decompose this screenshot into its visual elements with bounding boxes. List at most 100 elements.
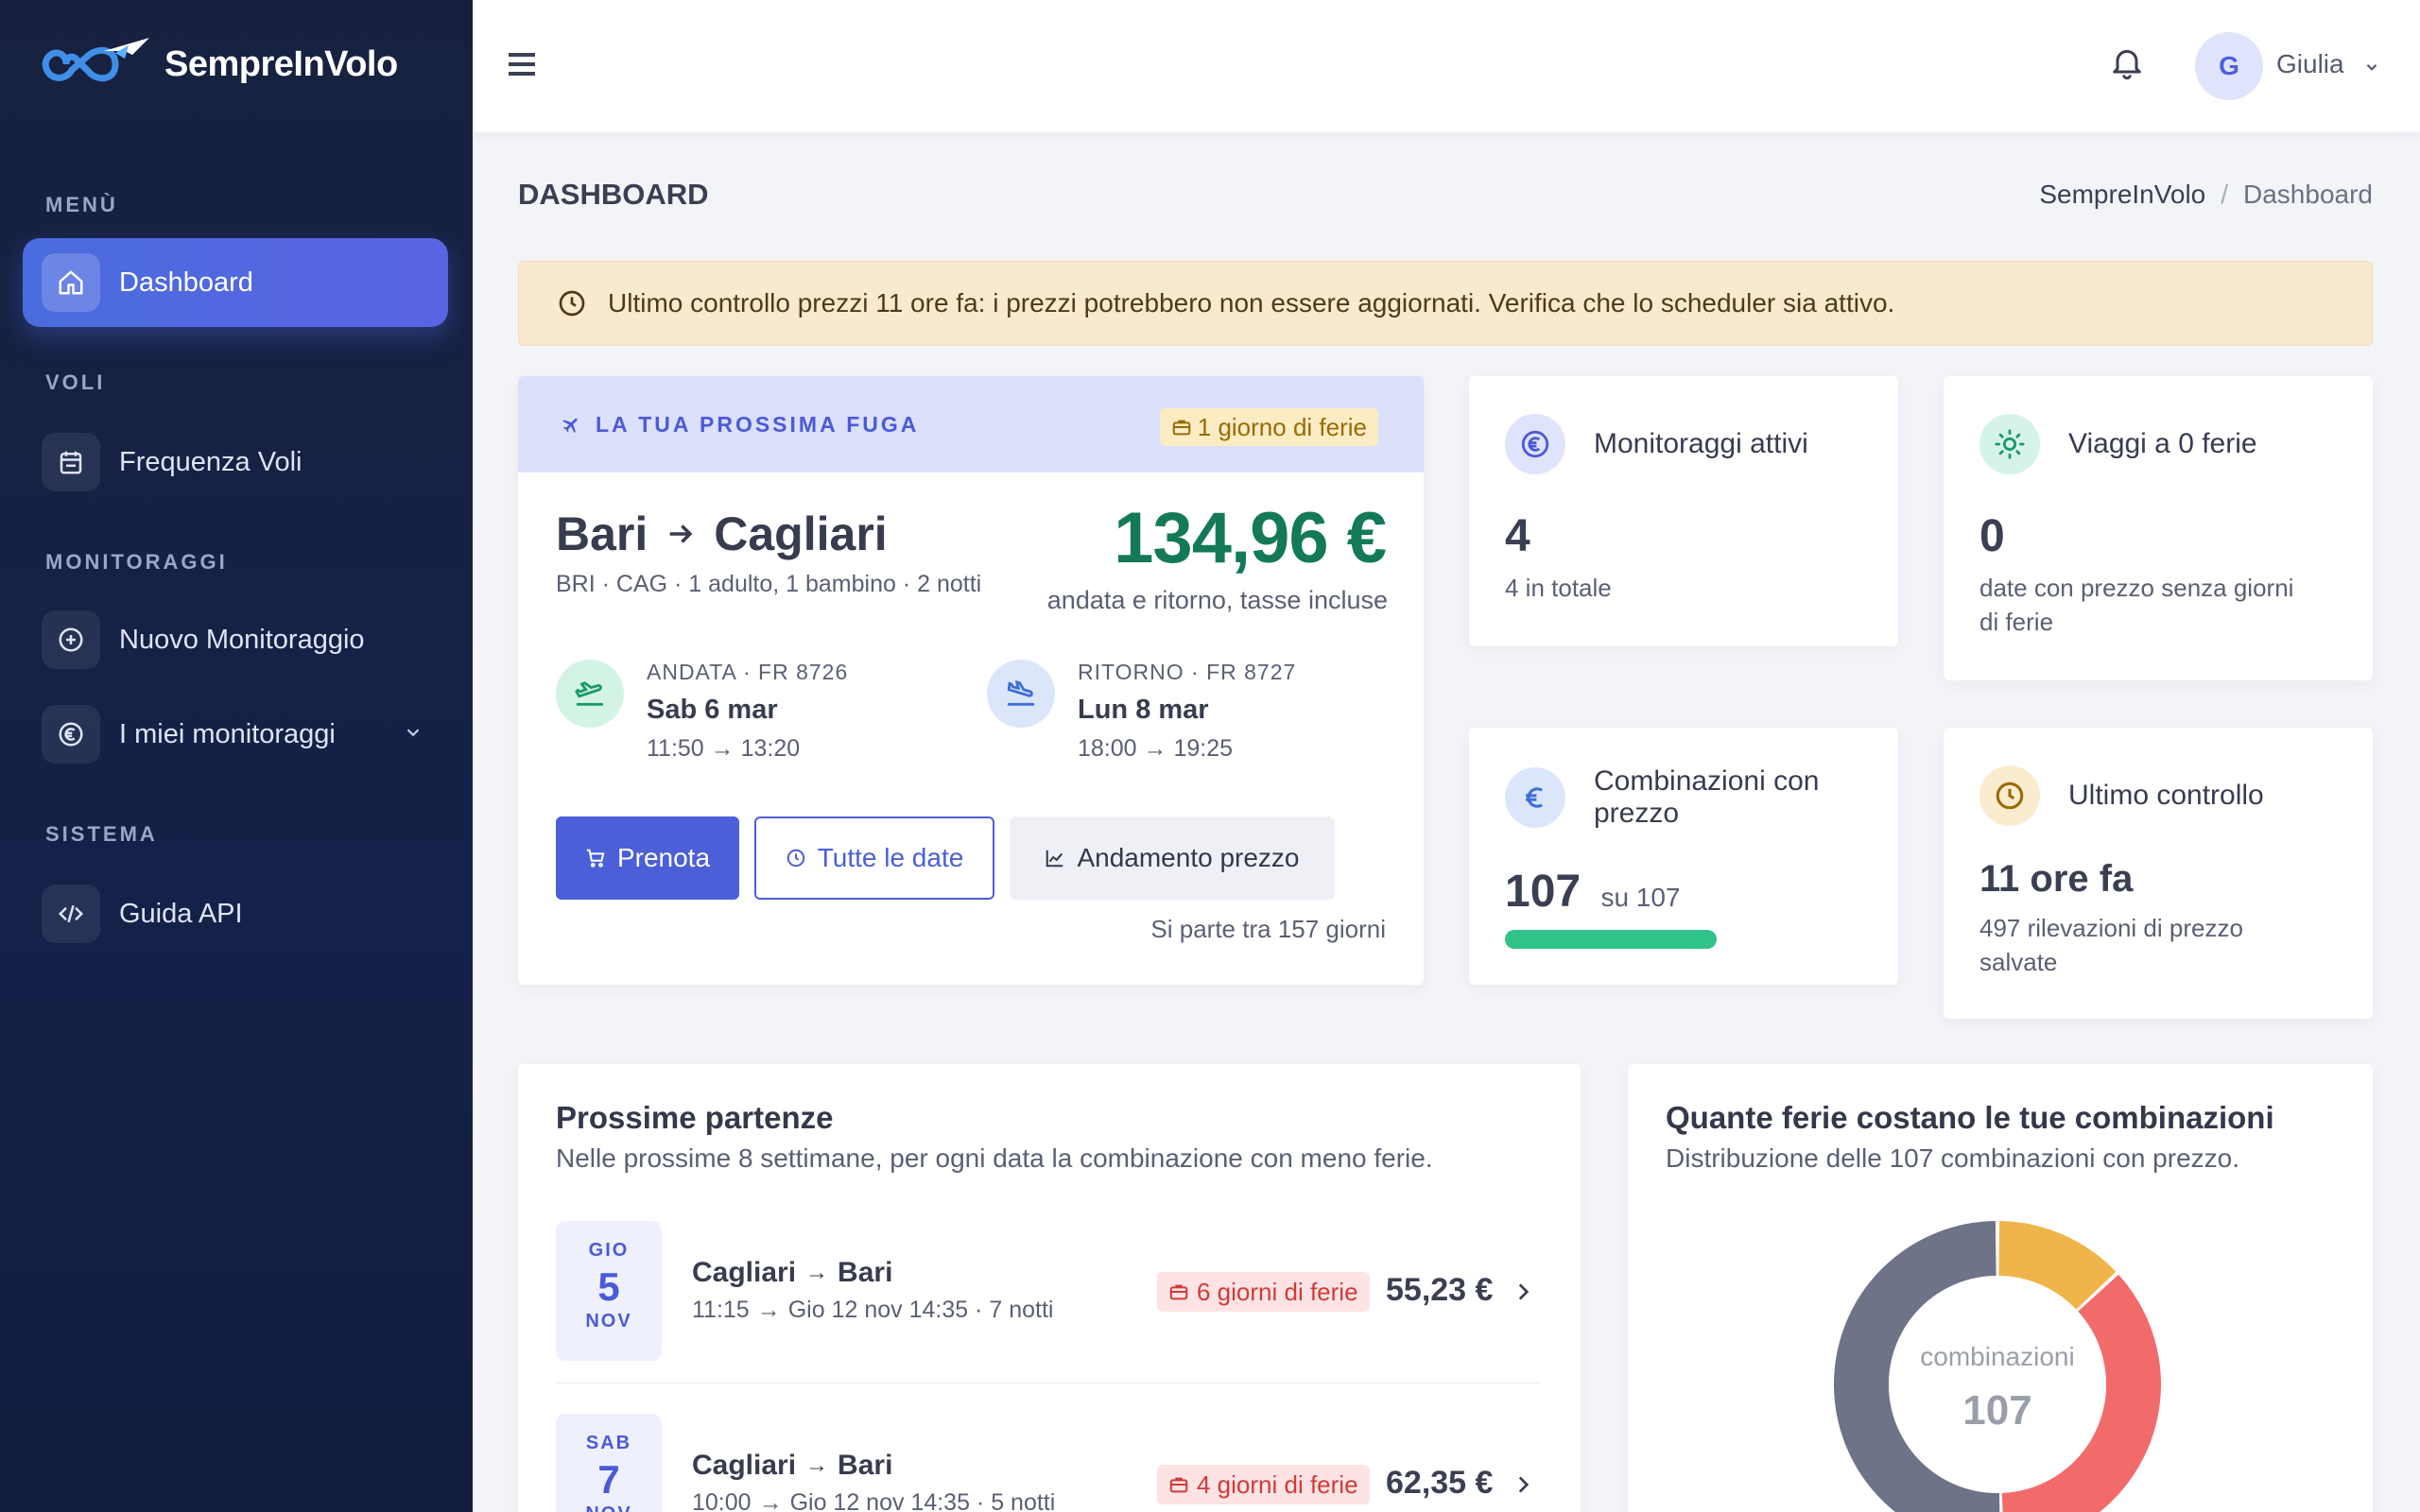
- breadcrumb-separator: /: [2221, 180, 2229, 209]
- date-box: SAB 7 NOV: [556, 1414, 662, 1512]
- stat-card-combinazioni[interactable]: Combinazioni con prezzo 107 su 107: [1469, 728, 1898, 985]
- avatar[interactable]: G: [2195, 32, 2263, 100]
- departure-detail: 11:15 → Gio 12 nov 14:35 · 7 notti: [692, 1297, 1053, 1324]
- chevron-right-icon[interactable]: [1511, 1280, 1535, 1304]
- next-trip-header: LA TUA PROSSIMA FUGA 1 giorno di ferie: [518, 376, 1424, 472]
- breadcrumb: SempreInVolo / Dashboard: [2039, 180, 2373, 210]
- stat-card-viaggi-zero-ferie[interactable]: Viaggi a 0 ferie 0 date con prezzo senza…: [1944, 376, 2373, 680]
- chevron-down-icon[interactable]: [2363, 59, 2380, 76]
- return-time-from: 18:00: [1078, 735, 1137, 762]
- sidebar-item-label: I miei monitoraggi: [119, 718, 336, 749]
- date-day: 5: [597, 1264, 620, 1309]
- stat-desc: date con prezzo senza giorni di ferie: [1979, 571, 2293, 639]
- bell-icon[interactable]: [2108, 42, 2146, 83]
- trip-countdown: Si parte tra 157 giorni: [1150, 915, 1386, 943]
- clock-icon: [786, 849, 804, 868]
- brand[interactable]: SempreInVolo: [38, 30, 398, 98]
- takeoff-icon: [556, 660, 624, 728]
- stat-card-ultimo-controllo[interactable]: Ultimo controllo 11 ore fa 497 rilevazio…: [1944, 728, 2373, 1019]
- menu-heading-menu: MENÙ: [45, 193, 118, 216]
- sidebar-item-nuovo-monitoraggio[interactable]: Nuovo Monitoraggio: [23, 595, 448, 684]
- ferie-distribution-card: Quante ferie costano le tue combinazioni…: [1628, 1064, 2373, 1512]
- ferie-badge-text: 4 giorni di ferie: [1197, 1469, 1358, 1499]
- alert-text: Ultimo controllo prezzi 11 ore fa: i pre…: [608, 288, 1895, 318]
- combos-suffix: su 107: [1600, 883, 1681, 912]
- ferie-badge: 4 giorni di ferie: [1157, 1465, 1370, 1504]
- euro-icon: [1505, 767, 1565, 828]
- next-trip-card: LA TUA PROSSIMA FUGA 1 giorno di ferie B…: [518, 376, 1424, 985]
- price-trend-button[interactable]: Andamento prezzo: [1010, 816, 1335, 900]
- donut-title: Quante ferie costano le tue combinazioni: [1666, 1100, 2274, 1135]
- sidebar-item-miei-monitoraggi[interactable]: I miei monitoraggi: [23, 690, 448, 779]
- date-box: GIO 5 NOV: [556, 1221, 662, 1361]
- arrow-right-icon: →: [710, 735, 735, 762]
- stat-card-monitoraggi-attivi[interactable]: Monitoraggi attivi 4 4 in totale: [1469, 376, 1898, 646]
- departures-subtitle: Nelle prossime 8 settimane, per ogni dat…: [556, 1143, 1433, 1173]
- outbound-leg: ANDATA · FR 8726 Sab 6 mar 11:50 → 13:20: [556, 660, 848, 763]
- all-dates-button[interactable]: Tutte le date: [754, 816, 994, 900]
- line-chart-icon: [1046, 850, 1063, 868]
- brand-name: SempreInVolo: [164, 43, 398, 84]
- plus-circle-icon: [42, 610, 100, 669]
- stat-title-line: Combinazioni con: [1594, 765, 1820, 797]
- briefcase-icon: [1169, 1284, 1188, 1300]
- sidebar-item-guida-api[interactable]: Guida API: [23, 869, 448, 958]
- plane-icon: [562, 418, 578, 434]
- arrow-right-icon: →: [805, 1452, 829, 1478]
- date-month: NOV: [556, 1503, 662, 1512]
- departure-destination: Bari: [838, 1450, 893, 1481]
- return-time: 18:00 → 19:25: [1078, 735, 1296, 763]
- outbound-date: Sab 6 mar: [647, 695, 778, 725]
- all-dates-button-label: Tutte le date: [817, 843, 964, 872]
- stat-desc-line: date con prezzo senza giorni: [1979, 574, 2294, 602]
- stat-value: 11 ore fa: [1979, 858, 2134, 900]
- sun-icon: [1979, 414, 2040, 474]
- trip-details: BRI · CAG · 1 adulto, 1 bambino · 2 nott…: [556, 571, 982, 597]
- cart-icon: [586, 849, 605, 868]
- stat-desc-line: 497 rilevazioni di prezzo: [1979, 914, 2243, 942]
- route-origin: Bari: [556, 507, 648, 560]
- sidebar-item-label: Guida API: [119, 898, 243, 929]
- sidebar-item-dashboard[interactable]: Dashboard: [23, 238, 448, 327]
- departure-price: 55,23 €: [1386, 1272, 1494, 1308]
- next-trip-title: LA TUA PROSSIMA FUGA: [596, 411, 920, 437]
- stat-desc-line: di ferie: [1979, 608, 2054, 636]
- sidebar-item-label: Frequenza Voli: [119, 446, 302, 477]
- donut-hole: [1889, 1276, 2106, 1493]
- user-name[interactable]: Giulia: [2276, 49, 2344, 79]
- chevron-right-icon[interactable]: [1511, 1472, 1535, 1497]
- departure-price: 62,35 €: [1386, 1465, 1494, 1501]
- stale-prices-alert: Ultimo controllo prezzi 11 ore fa: i pre…: [518, 261, 2373, 346]
- departure-row[interactable]: GIO 5 NOV Cagliari → Bari 11:15 → Gio 12…: [556, 1221, 1539, 1383]
- infinity-plane-logo: [42, 38, 149, 82]
- sidebar-item-frequenza-voli[interactable]: Frequenza Voli: [23, 418, 448, 507]
- stat-value: 0: [1979, 511, 2005, 561]
- departure-time: 11:15: [692, 1297, 750, 1323]
- departure-return-info: Gio 12 nov 14:35 · 7 notti: [787, 1297, 1054, 1323]
- arrow-right-icon: →: [758, 1489, 783, 1512]
- home-icon: [42, 253, 100, 312]
- menu-icon[interactable]: [507, 47, 537, 81]
- book-button[interactable]: Prenota: [556, 816, 739, 900]
- breadcrumb-root[interactable]: SempreInVolo: [2039, 180, 2205, 210]
- departure-origin: Cagliari: [692, 1257, 797, 1288]
- ferie-badge-text: 6 giorni di ferie: [1197, 1277, 1358, 1306]
- stat-desc-line: salvate: [1979, 948, 2058, 976]
- departure-route: Cagliari → Bari: [692, 1257, 892, 1289]
- price-trend-button-label: Andamento prezzo: [1077, 843, 1300, 872]
- outbound-time-to: 13:20: [740, 735, 801, 762]
- sidebar: SempreInVolo MENÙ Dashboard VOLI Frequen…: [0, 0, 473, 1512]
- arrow-right-icon: →: [805, 1260, 829, 1285]
- stat-title: Monitoraggi attivi: [1594, 428, 1808, 459]
- stat-title-line: prezzo: [1594, 798, 1680, 829]
- clock-icon: [1979, 765, 2040, 826]
- departure-row[interactable]: SAB 7 NOV Cagliari → Bari 10:00 → Gio 12…: [556, 1414, 1539, 1512]
- return-date: Lun 8 mar: [1078, 695, 1209, 725]
- departure-detail: 10:00 → Gio 12 nov 14:35 · 5 notti: [692, 1489, 1055, 1512]
- stat-value: 4: [1505, 511, 1530, 561]
- stat-desc: 4 in totale: [1505, 574, 1612, 602]
- sidebar-item-label: Dashboard: [119, 266, 253, 298]
- combos-value: 107: [1505, 867, 1582, 917]
- chevron-down-icon: [406, 729, 420, 737]
- calendar-icon: [42, 433, 100, 491]
